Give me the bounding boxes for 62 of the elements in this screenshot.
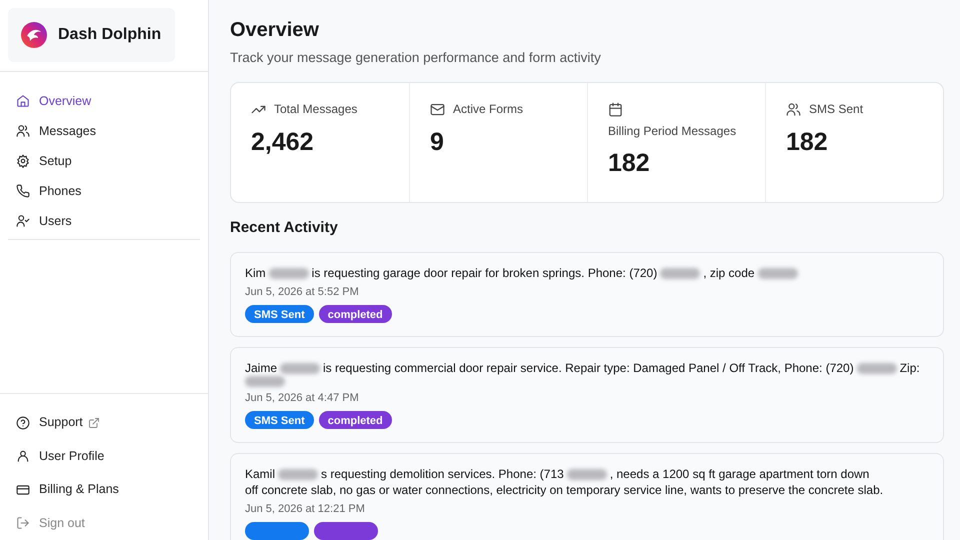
phone-icon [16, 184, 30, 198]
nav-item[interactable]: Overview [8, 86, 200, 116]
sms-badge: SMS Sent [245, 411, 314, 429]
nav-item[interactable]: User Profile [8, 440, 200, 473]
message-text: Kamil [245, 466, 276, 482]
stat-value: 182 [608, 148, 651, 178]
message-text: , zip code [703, 265, 755, 281]
stat-value: 9 [430, 127, 445, 157]
stat-label: Total Messages [274, 102, 358, 117]
message-text: Kim [245, 265, 266, 281]
sign-out-icon [16, 516, 30, 530]
stat-value: 2,462 [251, 127, 315, 157]
external-link-icon [88, 416, 100, 429]
activity-time: Jun 5, 2026 at 5:52 PM [245, 285, 360, 299]
message-text: Jaime [245, 360, 278, 376]
redaction-blur [758, 268, 798, 278]
message-text: Zip: [900, 360, 920, 376]
section-title: Recent Activity [230, 219, 339, 237]
nav-item[interactable]: Phones [8, 176, 200, 206]
message-text: is requesting garage door repair for broken springs. Phone: (720) [312, 265, 658, 281]
message-text: is requesting commercial door repair service. Repair type: Damaged Panel / Off Track, Phone: (720) [323, 360, 854, 376]
nav-item[interactable]: Support [8, 406, 200, 440]
nav-item[interactable]: Setup [8, 146, 200, 176]
redaction-blur [280, 362, 320, 374]
calendar-icon [608, 102, 623, 117]
stat-label: Active Forms [453, 102, 524, 117]
brand-name: Dash Dolphin [58, 25, 162, 45]
people-icon [786, 102, 801, 117]
status-badge: completed [318, 305, 392, 323]
sms-badge [245, 522, 309, 540]
people-icon [16, 124, 30, 138]
nav-item[interactable]: Sign out [8, 506, 200, 540]
redaction-blur [245, 376, 285, 387]
activity-time: Jun 5, 2026 at 12:21 PM [245, 502, 366, 516]
nav-item[interactable]: Messages [8, 116, 200, 146]
user-icon [16, 449, 30, 464]
status-badge [314, 522, 378, 540]
page-subtitle: Track your message generation performance and form activity [230, 49, 602, 67]
message-text: , needs a 1200 sq ft garage apartment torn down [610, 466, 870, 482]
nav-item[interactable]: Billing & Plans [8, 473, 200, 506]
nav-item[interactable]: Users [8, 206, 200, 236]
credit-card-icon [16, 482, 30, 497]
sms-badge: SMS Sent [245, 305, 314, 323]
activity-time: Jun 5, 2026 at 4:47 PM [245, 391, 360, 405]
mail-icon [430, 102, 445, 117]
redaction-blur [660, 268, 700, 278]
user-check-icon [16, 214, 30, 228]
status-badge: completed [318, 411, 392, 429]
stat-label: SMS Sent [809, 102, 864, 117]
settings-icon [16, 154, 30, 168]
home-icon [16, 94, 30, 108]
redaction-blur [856, 362, 897, 374]
logo-icon [20, 21, 48, 49]
redaction-blur [566, 468, 607, 480]
help-icon [16, 416, 30, 430]
message-text: s requesting demolition services. Phone: (713 [321, 466, 564, 482]
message-text: off concrete slab, no gas or water connections, electricity on temporary service line, wants to preserve the concrete slab. [245, 482, 884, 498]
stat-label: Billing Period Messages [608, 124, 738, 138]
page-title: Overview [230, 18, 320, 42]
redaction-blur [268, 268, 309, 278]
redaction-blur [278, 468, 318, 480]
stat-value: 182 [786, 127, 829, 157]
